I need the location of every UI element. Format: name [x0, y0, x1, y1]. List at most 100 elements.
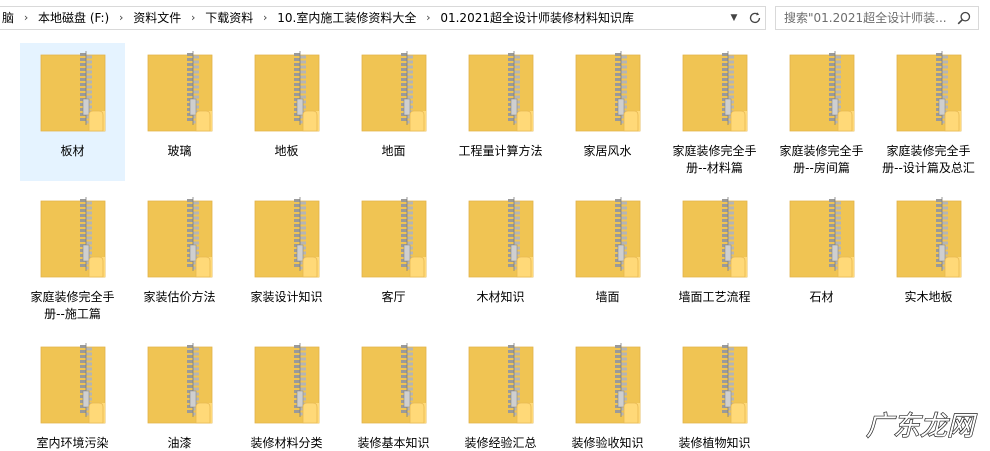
- zip-folder-icon: [468, 51, 533, 132]
- zip-folder-icon: [575, 343, 640, 424]
- folder-label: 家庭装修完全手册--设计篇及总汇: [882, 144, 975, 175]
- folder-item[interactable]: 家庭装修完全手册--房间篇: [769, 43, 874, 181]
- folder-item[interactable]: 地面: [341, 43, 446, 181]
- folder-item[interactable]: 家庭装修完全手册--材料篇: [662, 43, 767, 181]
- folder-icon: [786, 195, 858, 285]
- folder-icon: [251, 195, 323, 285]
- zip-folder-icon: [575, 51, 640, 132]
- folder-item[interactable]: 油漆: [127, 335, 232, 451]
- breadcrumb-separator-icon[interactable]: ›: [183, 7, 203, 29]
- search-button[interactable]: [952, 7, 976, 29]
- folder-icon: [679, 341, 751, 431]
- zip-folder-icon: [254, 51, 319, 132]
- folder-icon: [465, 49, 537, 139]
- folder-label: 家居风水: [583, 144, 632, 158]
- folder-label: 家庭装修完全手册--房间篇: [779, 144, 864, 175]
- folder-item[interactable]: 墙面工艺流程: [662, 189, 767, 327]
- folder-label: 玻璃: [167, 144, 192, 158]
- folder-icon: [893, 49, 965, 139]
- refresh-icon: [749, 12, 760, 24]
- folder-label: 墙面工艺流程: [678, 290, 751, 304]
- address-history-button[interactable]: ▼: [725, 7, 743, 29]
- folder-item[interactable]: 家庭装修完全手册--设计篇及总汇: [876, 43, 981, 181]
- breadcrumb-separator-icon[interactable]: ›: [418, 7, 438, 29]
- breadcrumb-item[interactable]: 01.2021超全设计师装修材料知识库: [438, 7, 636, 29]
- folder-item[interactable]: 装修基本知识: [341, 335, 446, 451]
- folder-item[interactable]: 家居风水: [555, 43, 660, 181]
- folder-grid: 板材 玻璃 地板 地面 工程量计算方法 家居风水 家庭装修完全手册--材料篇 家…: [20, 43, 980, 451]
- folder-label: 家庭装修完全手册--材料篇: [672, 144, 757, 175]
- zip-folder-icon: [147, 343, 212, 424]
- breadcrumb-item[interactable]: 下载资料: [203, 7, 255, 29]
- folder-icon: [358, 195, 430, 285]
- folder-icon: [251, 49, 323, 139]
- folder-icon: [786, 49, 858, 139]
- folder-icon: [37, 341, 109, 431]
- folder-item[interactable]: 玻璃: [127, 43, 232, 181]
- folder-label: 家庭装修完全手册--施工篇: [30, 290, 115, 321]
- folder-item[interactable]: 地板: [234, 43, 339, 181]
- folder-icon: [572, 49, 644, 139]
- folder-item[interactable]: 石材: [769, 189, 874, 327]
- search-input[interactable]: [776, 8, 952, 28]
- watermark: 广东龙网: [855, 405, 985, 445]
- folder-icon: [465, 341, 537, 431]
- folder-item[interactable]: 室内环境污染: [20, 335, 125, 451]
- folder-label: 家装估价方法: [143, 290, 216, 304]
- folder-item[interactable]: 木材知识: [448, 189, 553, 327]
- folder-icon: [358, 341, 430, 431]
- folder-icon: [37, 49, 109, 139]
- folder-item[interactable]: 墙面: [555, 189, 660, 327]
- folder-item[interactable]: 装修材料分类: [234, 335, 339, 451]
- search-box[interactable]: [775, 6, 979, 30]
- zip-folder-icon: [361, 51, 426, 132]
- zip-folder-icon: [896, 197, 961, 278]
- folder-icon: [37, 195, 109, 285]
- folder-label: 装修验收知识: [571, 436, 644, 450]
- folder-icon: [144, 195, 216, 285]
- zip-folder-icon: [147, 51, 212, 132]
- folder-label: 地板: [274, 144, 299, 158]
- folder-label: 装修基本知识: [357, 436, 430, 450]
- zip-folder-icon: [147, 197, 212, 278]
- zip-folder-icon: [575, 197, 640, 278]
- breadcrumb-item[interactable]: 脑: [0, 7, 16, 29]
- folder-item[interactable]: 家装设计知识: [234, 189, 339, 327]
- folder-label: 家装设计知识: [250, 290, 323, 304]
- folder-label: 墙面: [595, 290, 620, 304]
- zip-folder-icon: [361, 343, 426, 424]
- zip-folder-icon: [468, 343, 533, 424]
- folder-item[interactable]: 装修经验汇总: [448, 335, 553, 451]
- folder-label: 实木地板: [904, 290, 953, 304]
- folder-item[interactable]: 家装估价方法: [127, 189, 232, 327]
- breadcrumb-item[interactable]: 本地磁盘 (F:): [36, 7, 111, 29]
- folder-icon: [144, 49, 216, 139]
- address-bar[interactable]: 脑 › 本地磁盘 (F:) › 资料文件 › 下载资料 › 10.室内施工装修资料大全 › 01.2…: [0, 6, 766, 30]
- breadcrumb: 脑 › 本地磁盘 (F:) › 资料文件 › 下载资料 › 10.室内施工装修资料大全 › 01.2…: [0, 7, 725, 29]
- zip-folder-icon: [789, 51, 854, 132]
- zip-folder-icon: [682, 197, 747, 278]
- folder-icon: [893, 195, 965, 285]
- folder-item[interactable]: 家庭装修完全手册--施工篇: [20, 189, 125, 327]
- zip-folder-icon: [40, 343, 105, 424]
- folder-item[interactable]: 工程量计算方法: [448, 43, 553, 181]
- breadcrumb-separator-icon[interactable]: ›: [111, 7, 131, 29]
- folder-icon: [679, 195, 751, 285]
- folder-item[interactable]: 板材: [20, 43, 125, 181]
- breadcrumb-separator-icon[interactable]: ›: [16, 7, 36, 29]
- folder-item[interactable]: 实木地板: [876, 189, 981, 327]
- folder-item[interactable]: 装修植物知识: [662, 335, 767, 451]
- folder-label: 装修植物知识: [678, 436, 751, 450]
- folder-label: 木材知识: [476, 290, 525, 304]
- zip-folder-icon: [896, 51, 961, 132]
- refresh-button[interactable]: [743, 7, 765, 29]
- folder-item[interactable]: 装修验收知识: [555, 335, 660, 451]
- chevron-down-icon: ▼: [730, 13, 738, 23]
- svg-text:广东龙网: 广东龙网: [866, 411, 977, 442]
- zip-folder-icon: [468, 197, 533, 278]
- folder-item[interactable]: 客厅: [341, 189, 446, 327]
- breadcrumb-item[interactable]: 10.室内施工装修资料大全: [275, 7, 418, 29]
- folder-label: 室内环境污染: [36, 436, 109, 450]
- breadcrumb-separator-icon[interactable]: ›: [255, 7, 275, 29]
- breadcrumb-item[interactable]: 资料文件: [131, 7, 183, 29]
